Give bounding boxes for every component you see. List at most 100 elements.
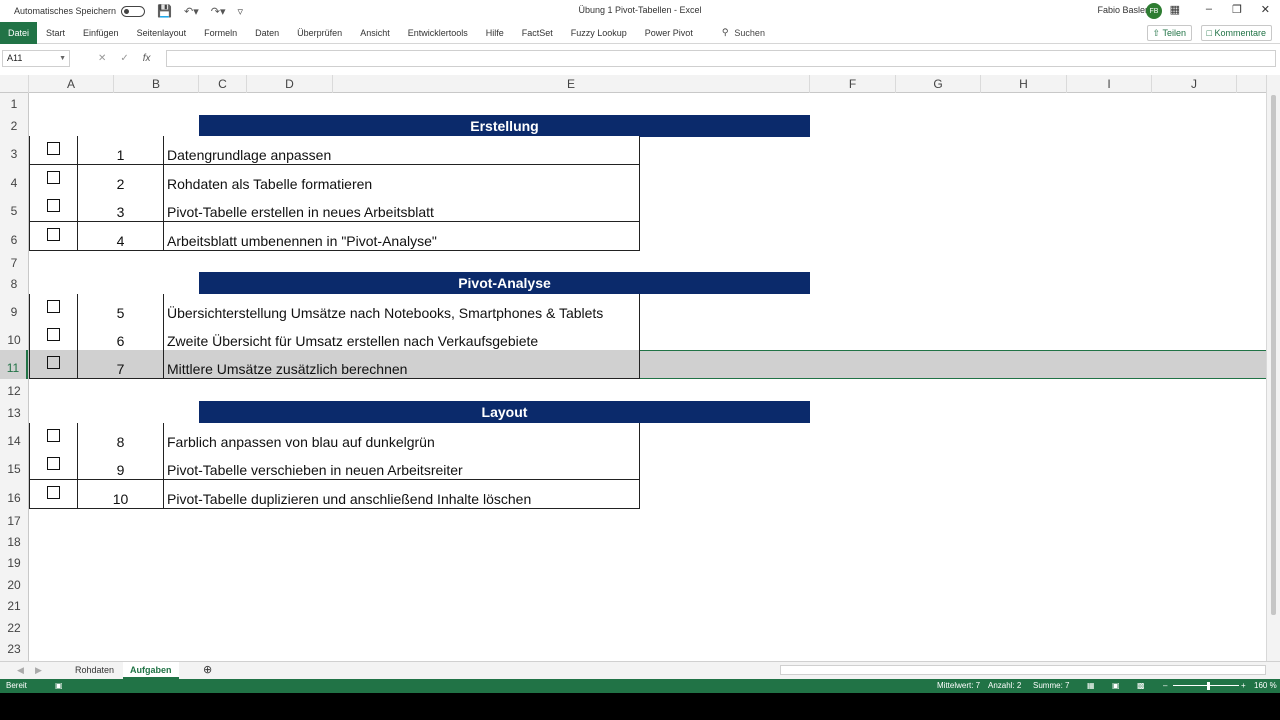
tab-ueberpruefen[interactable]: Überprüfen [288,22,351,44]
next-sheet-icon[interactable]: ▶ [28,662,49,679]
zoom-out-icon[interactable]: – [1163,679,1167,693]
page-layout-icon[interactable]: ▣ [1112,679,1120,693]
vertical-scrollbar[interactable] [1266,75,1280,661]
task-checkbox[interactable] [30,423,78,451]
name-box[interactable]: A11 ▼ [2,50,70,67]
normal-view-icon[interactable]: ▦ [1087,679,1095,693]
share-button[interactable]: ⇧ Teilen [1146,25,1192,41]
tab-datei[interactable]: Datei [0,21,38,44]
scrollbar-thumb[interactable] [1271,95,1276,615]
tab-seitenlayout[interactable]: Seitenlayout [128,22,196,44]
column-header-a[interactable]: A [29,75,114,93]
column-header-g[interactable]: G [896,75,981,93]
row-header[interactable]: 4 [0,165,28,193]
tab-formeln[interactable]: Formeln [195,22,246,44]
row-header[interactable]: 16 [0,480,28,509]
cancel-icon[interactable]: ✕ [98,53,106,64]
column-header-c[interactable]: C [199,75,247,93]
user-name[interactable]: Fabio Basler [1097,5,1148,15]
task-checkbox[interactable] [30,322,78,350]
tab-ansicht[interactable]: Ansicht [351,22,399,44]
search-box[interactable]: ⚲ Suchen [722,27,765,38]
worksheet-grid[interactable]: Erstellung 1 Datengrundlage anpassen 2 R… [29,93,1266,661]
row-header[interactable]: 7 [0,251,28,272]
zoom-slider[interactable] [1173,685,1239,686]
row-header[interactable]: 6 [0,222,28,251]
row-header[interactable]: 23 [0,637,28,659]
autosave-toggle[interactable] [121,5,146,17]
row-header[interactable]: 8 [0,272,28,294]
tab-einfuegen[interactable]: Einfügen [74,22,128,44]
task-number: 7 [78,350,164,378]
horizontal-scrollbar[interactable] [780,665,1266,675]
status-sum[interactable]: Summe: 7 [1033,679,1069,693]
row-header[interactable]: 10 [0,322,28,350]
column-header-f[interactable]: F [810,75,896,93]
task-checkbox[interactable] [30,294,78,322]
task-row-selected: 7 Mittlere Umsätze zusätzlich berechnen [29,350,640,379]
minimize-icon[interactable]: – [1206,3,1212,15]
page-break-icon[interactable]: ▩ [1137,679,1145,693]
zoom-slider-handle[interactable] [1207,682,1210,690]
autosave-toggle-group[interactable]: Automatisches Speichern [14,5,146,17]
tab-hilfe[interactable]: Hilfe [477,22,513,44]
row-header[interactable]: 20 [0,573,28,594]
column-header-h[interactable]: H [981,75,1067,93]
tab-entwicklertools[interactable]: Entwicklertools [399,22,477,44]
restore-icon[interactable]: ❐ [1232,3,1242,16]
customize-qat-icon[interactable]: ▿ [238,5,244,18]
zoom-in-icon[interactable]: + [1241,679,1246,693]
select-all-corner[interactable] [0,75,29,93]
enter-icon[interactable]: ✓ [120,53,128,64]
task-checkbox[interactable] [30,222,78,250]
row-header[interactable]: 12 [0,379,28,401]
column-header-e[interactable]: E [333,75,810,93]
tab-fuzzy-lookup[interactable]: Fuzzy Lookup [562,22,636,44]
row-header[interactable]: 14 [0,423,28,451]
row-header[interactable]: 21 [0,594,28,616]
column-header-i[interactable]: I [1067,75,1152,93]
chevron-down-icon[interactable]: ▼ [59,51,66,66]
status-count[interactable]: Anzahl: 2 [988,679,1021,693]
row-header[interactable]: 13 [0,401,28,423]
tab-daten[interactable]: Daten [246,22,288,44]
comments-button[interactable]: □ Kommentare [1200,25,1272,41]
row-header[interactable]: 2 [0,114,28,136]
row-header-selected[interactable]: 11 [0,350,28,379]
tab-start[interactable]: Start [37,22,74,44]
row-header[interactable]: 3 [0,136,28,165]
redo-icon[interactable]: ↷▾ [211,5,226,18]
sheet-tab-aufgaben[interactable]: Aufgaben [123,662,179,679]
formula-input[interactable] [166,50,1276,67]
task-checkbox[interactable] [30,480,78,508]
close-icon[interactable]: ✕ [1261,3,1270,16]
row-header[interactable]: 17 [0,509,28,530]
row-header[interactable]: 22 [0,616,28,637]
task-checkbox[interactable] [30,350,78,378]
column-header-b[interactable]: B [114,75,199,93]
column-header-d[interactable]: D [247,75,333,93]
row-header[interactable]: 19 [0,551,28,573]
tab-power-pivot[interactable]: Power Pivot [636,22,702,44]
undo-icon[interactable]: ↶▾ [184,5,199,18]
zoom-level[interactable]: 160 % [1254,679,1277,693]
row-header[interactable]: 15 [0,451,28,480]
insert-function-icon[interactable]: fx [143,53,151,64]
tab-factset[interactable]: FactSet [513,22,562,44]
macro-record-icon[interactable]: ▣ [55,679,63,693]
column-header-j[interactable]: J [1152,75,1237,93]
sheet-tab-rohdaten[interactable]: Rohdaten [68,662,121,679]
add-sheet-icon[interactable]: ⊕ [196,662,219,679]
task-checkbox[interactable] [30,136,78,164]
row-header[interactable]: 5 [0,193,28,222]
row-header[interactable]: 9 [0,294,28,322]
row-header[interactable]: 1 [0,93,28,114]
status-average[interactable]: Mittelwert: 7 [937,679,980,693]
row-header[interactable]: 18 [0,530,28,551]
task-checkbox[interactable] [30,193,78,221]
task-checkbox[interactable] [30,165,78,193]
task-checkbox[interactable] [30,451,78,479]
ribbon-display-icon[interactable]: ▦ [1170,3,1180,16]
avatar[interactable]: FB [1146,3,1162,19]
save-icon[interactable]: 💾 [157,4,172,18]
